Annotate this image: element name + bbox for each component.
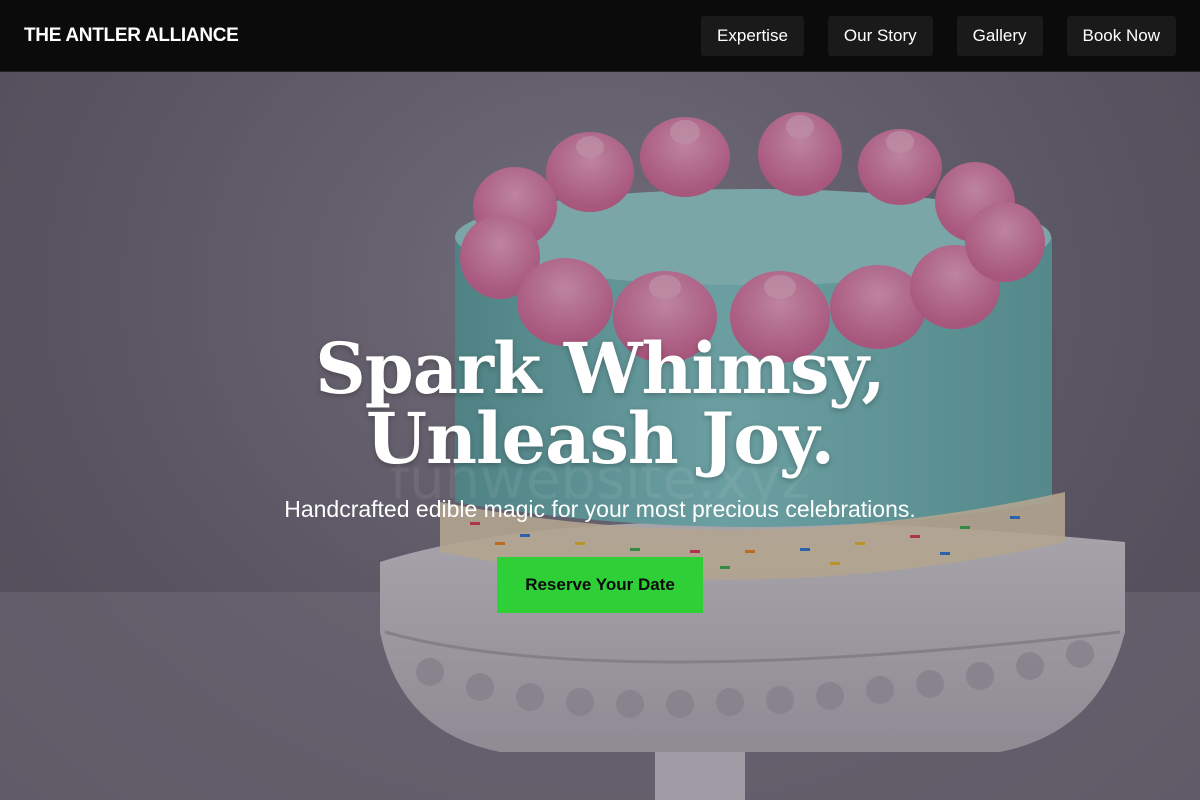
nav-expertise[interactable]: Expertise [701, 15, 804, 56]
reserve-date-button[interactable]: Reserve Your Date [497, 557, 703, 613]
nav-book-now[interactable]: Book Now [1066, 15, 1176, 56]
site-header: THE ANTLER ALLIANCE Expertise Our Story … [0, 0, 1200, 72]
hero-section: funwebsite.xyz Spark Whimsy, Unleash Joy… [0, 72, 1200, 800]
nav-gallery[interactable]: Gallery [956, 15, 1043, 56]
headline-line-2: Unleash Joy. [366, 397, 835, 480]
hero-headline: Spark Whimsy, Unleash Joy. [0, 334, 1200, 474]
brand-logo[interactable]: THE ANTLER ALLIANCE [24, 25, 239, 47]
hero-subheadline: Handcrafted edible magic for your most p… [284, 496, 916, 522]
headline-line-1: Spark Whimsy, [315, 327, 886, 410]
hero-content: funwebsite.xyz Spark Whimsy, Unleash Joy… [0, 72, 1200, 800]
nav-our-story[interactable]: Our Story [827, 15, 933, 56]
main-nav: Expertise Our Story Gallery Book Now [701, 15, 1176, 56]
